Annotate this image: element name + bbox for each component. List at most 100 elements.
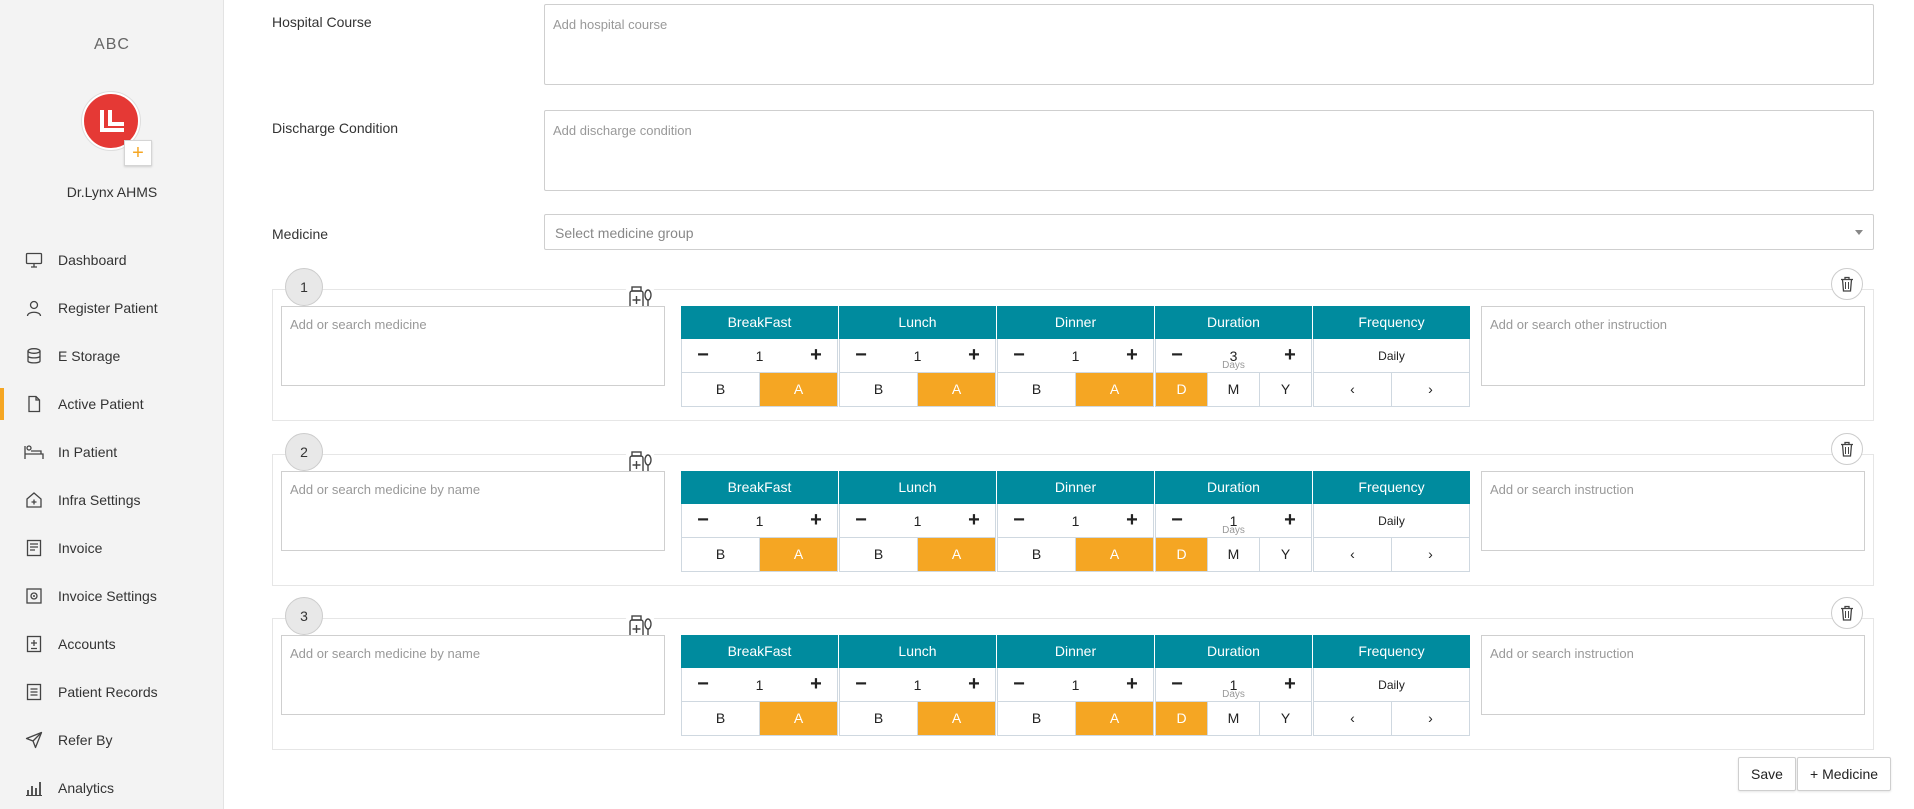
delete-medicine-button[interactable] <box>1831 268 1863 300</box>
sidebar-item-infra-settings[interactable]: Infra Settings <box>0 476 224 524</box>
lunch-header: Lunch <box>839 635 996 668</box>
frequency-prev-button[interactable]: ‹ <box>1314 702 1392 735</box>
after-meal-option[interactable]: A <box>918 538 995 571</box>
increment-button[interactable]: + <box>1123 673 1141 696</box>
sidebar-item-invoice-settings[interactable]: Invoice Settings <box>0 572 224 620</box>
increment-button[interactable]: + <box>1123 344 1141 367</box>
save-button[interactable]: Save <box>1738 757 1796 791</box>
sidebar-item-analytics[interactable]: Analytics <box>0 764 224 809</box>
day-option[interactable]: D <box>1156 702 1208 735</box>
frequency-next-button[interactable]: › <box>1392 702 1469 735</box>
decrement-button[interactable]: − <box>1010 344 1028 367</box>
sidebar-item-dashboard[interactable]: Dashboard <box>0 236 224 284</box>
medicine-group-select[interactable]: Select medicine group <box>544 214 1874 250</box>
before-meal-option[interactable]: B <box>998 373 1076 406</box>
before-meal-option[interactable]: B <box>840 373 918 406</box>
frequency-nav: ‹ › <box>1313 702 1470 736</box>
decrement-button[interactable]: − <box>852 509 870 532</box>
user-icon <box>24 298 44 318</box>
before-meal-option[interactable]: B <box>840 538 918 571</box>
sidebar-item-e-storage[interactable]: E Storage <box>0 332 224 380</box>
before-meal-option[interactable]: B <box>998 702 1076 735</box>
after-meal-option[interactable]: A <box>1076 702 1153 735</box>
after-meal-option[interactable]: A <box>918 702 995 735</box>
breakfast-qty: 1 <box>755 676 764 693</box>
add-medicine-button[interactable]: + Medicine <box>1797 757 1892 791</box>
sidebar-item-refer-by[interactable]: Refer By <box>0 716 224 764</box>
month-option[interactable]: M <box>1208 702 1260 735</box>
frequency-prev-button[interactable]: ‹ <box>1314 538 1392 571</box>
increment-button[interactable]: + <box>965 344 983 367</box>
sidebar-item-label: Refer By <box>58 732 113 748</box>
delete-medicine-button[interactable] <box>1831 433 1863 465</box>
medicine-search-input[interactable]: Add or search medicine <box>281 306 665 386</box>
dinner-column: Dinner − 1 + BA <box>997 471 1154 572</box>
breakfast-column: BreakFast − 1 + BA <box>681 635 838 736</box>
instruction-input[interactable]: Add or search other instruction <box>1481 306 1865 386</box>
after-meal-option[interactable]: A <box>760 702 837 735</box>
before-meal-option[interactable]: B <box>682 702 760 735</box>
decrement-button[interactable]: − <box>1010 509 1028 532</box>
increment-button[interactable]: + <box>807 509 825 532</box>
medicine-search-input[interactable]: Add or search medicine by name <box>281 635 665 715</box>
decrement-button[interactable]: − <box>694 673 712 696</box>
frequency-prev-button[interactable]: ‹ <box>1314 373 1392 406</box>
decrement-button[interactable]: − <box>852 673 870 696</box>
increment-button[interactable]: + <box>965 673 983 696</box>
breakfast-header: BreakFast <box>681 471 838 504</box>
increment-button[interactable]: + <box>965 509 983 532</box>
instruction-input[interactable]: Add or search instruction <box>1481 471 1865 551</box>
discharge-condition-input[interactable]: Add discharge condition <box>544 110 1874 191</box>
sidebar-item-label: In Patient <box>58 444 118 460</box>
sidebar-item-active-patient[interactable]: Active Patient <box>0 380 224 428</box>
day-option[interactable]: D <box>1156 538 1208 571</box>
day-option[interactable]: D <box>1156 373 1208 406</box>
before-meal-option[interactable]: B <box>682 538 760 571</box>
delete-medicine-button[interactable] <box>1831 597 1863 629</box>
lunch-column: Lunch − 1 + BA <box>839 471 996 572</box>
before-meal-option[interactable]: B <box>682 373 760 406</box>
month-option[interactable]: M <box>1208 373 1260 406</box>
after-meal-option[interactable]: A <box>1076 373 1153 406</box>
medicine-search-input[interactable]: Add or search medicine by name <box>281 471 665 551</box>
frequency-next-button[interactable]: › <box>1392 373 1469 406</box>
after-meal-option[interactable]: A <box>760 538 837 571</box>
decrement-button[interactable]: − <box>852 344 870 367</box>
year-option[interactable]: Y <box>1260 373 1311 406</box>
decrement-button[interactable]: − <box>694 509 712 532</box>
frequency-next-button[interactable]: › <box>1392 538 1469 571</box>
year-option[interactable]: Y <box>1260 702 1311 735</box>
increment-button[interactable]: + <box>1123 509 1141 532</box>
sidebar-item-register-patient[interactable]: Register Patient <box>0 284 224 332</box>
after-meal-option[interactable]: A <box>1076 538 1153 571</box>
avatar-add-button[interactable]: + <box>124 140 152 166</box>
sidebar-item-label: Invoice Settings <box>58 588 157 604</box>
sidebar-item-label: Patient Records <box>58 684 158 700</box>
records-icon <box>24 682 44 702</box>
bar-chart-icon <box>24 778 44 798</box>
sidebar-item-invoice[interactable]: Invoice <box>0 524 224 572</box>
hospital-course-input[interactable]: Add hospital course <box>544 4 1874 85</box>
sidebar-item-accounts[interactable]: Accounts <box>0 620 224 668</box>
before-meal-option[interactable]: B <box>840 702 918 735</box>
decrement-button[interactable]: − <box>1010 673 1028 696</box>
decrement-button[interactable]: − <box>694 344 712 367</box>
frequency-display: Daily <box>1313 668 1470 702</box>
medicine-label: Medicine <box>272 226 329 242</box>
frequency-column: Frequency Daily ‹ › <box>1313 306 1470 407</box>
before-meal-option[interactable]: B <box>998 538 1076 571</box>
after-meal-option[interactable]: A <box>918 373 995 406</box>
sidebar-item-patient-records[interactable]: Patient Records <box>0 668 224 716</box>
after-meal-option[interactable]: A <box>760 373 837 406</box>
trash-icon <box>1841 441 1853 457</box>
year-option[interactable]: Y <box>1260 538 1311 571</box>
increment-button[interactable]: + <box>807 673 825 696</box>
medicine-number-badge: 2 <box>285 433 323 471</box>
instruction-input[interactable]: Add or search instruction <box>1481 635 1865 715</box>
dinner-header: Dinner <box>997 471 1154 504</box>
sidebar-item-in-patient[interactable]: In Patient <box>0 428 224 476</box>
dinner-qty: 1 <box>1071 347 1080 364</box>
increment-button[interactable]: + <box>807 344 825 367</box>
month-option[interactable]: M <box>1208 538 1260 571</box>
invoice-icon <box>24 538 44 558</box>
